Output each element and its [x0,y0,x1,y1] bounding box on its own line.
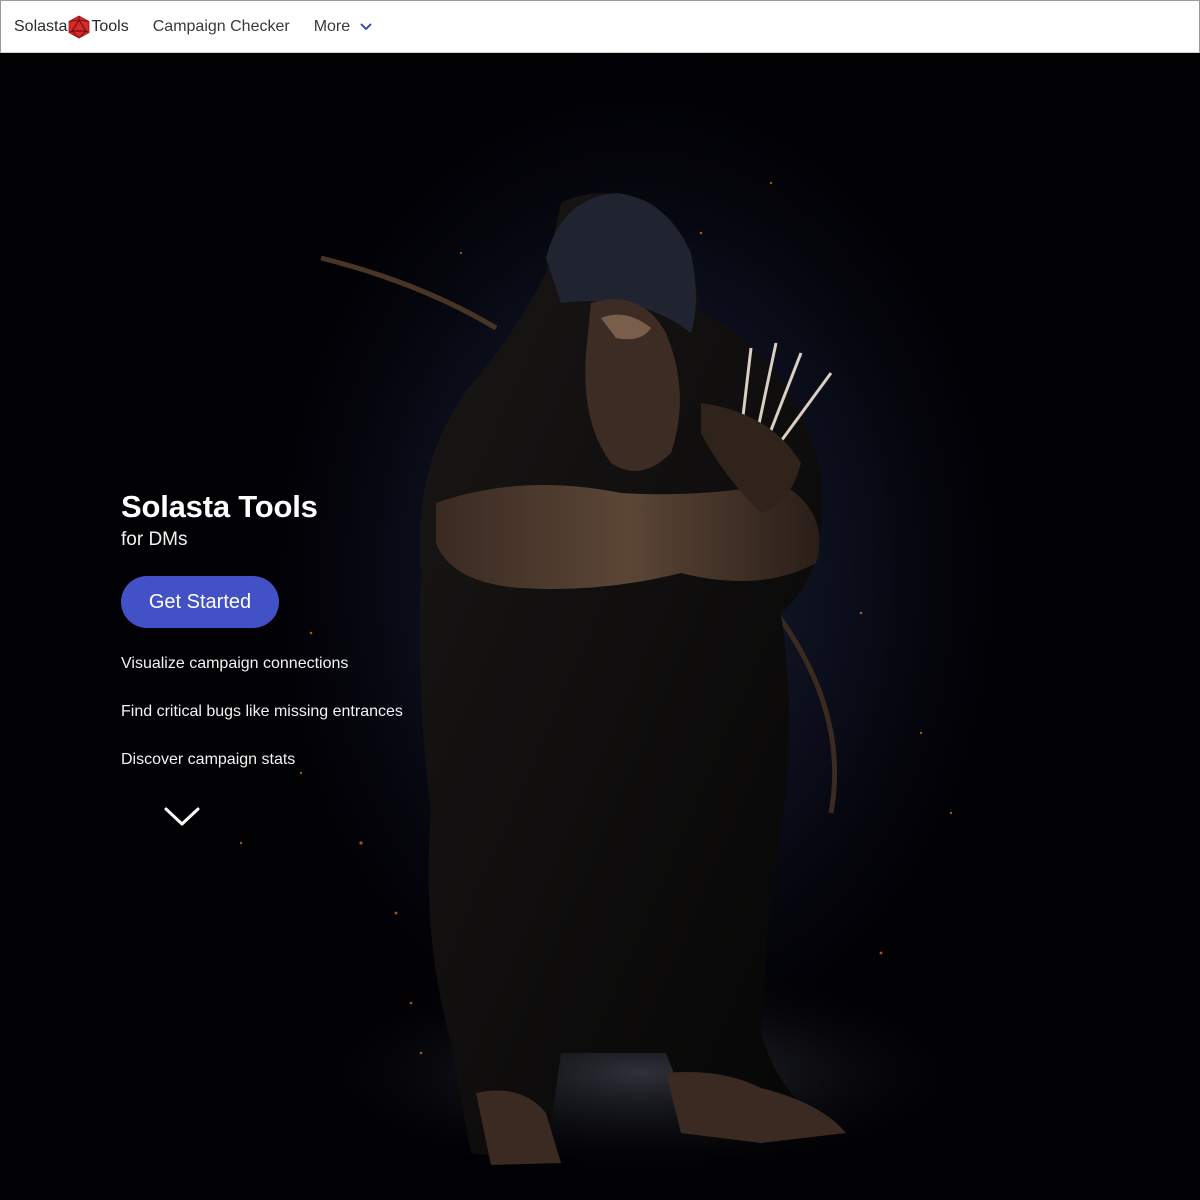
nav-link-label: More [313,17,351,35]
hero-title: Solasta Tools [121,489,318,524]
d20-dice-icon [68,15,90,38]
hero-content: Solasta Tools for DMs Get Started Visual… [121,488,541,798]
brand-name-right: Tools [91,17,129,35]
nav-more-dropdown[interactable]: More [314,18,372,36]
chevron-down-icon [360,23,372,30]
nav-link-label: Campaign Checker [152,17,290,35]
feature-item: Find critical bugs like missing entrance… [121,703,403,720]
brand-link[interactable]: Solasta Tools [14,15,129,39]
hero-subtitle: for DMs [121,529,188,550]
top-navbar: Solasta Tools Campaign Checker More [0,0,1200,53]
feature-item: Visualize campaign connections [121,655,349,672]
scroll-down-chevron-icon[interactable] [163,806,201,828]
nav-link-campaign-checker[interactable]: Campaign Checker [153,18,290,36]
brand-name-left: Solasta [14,17,68,35]
hero-section: Solasta Tools for DMs Get Started Visual… [1,53,1199,1200]
get-started-button[interactable]: Get Started [121,576,279,628]
feature-list: Visualize campaign connections Find crit… [121,654,541,798]
feature-item: Discover campaign stats [121,751,296,768]
